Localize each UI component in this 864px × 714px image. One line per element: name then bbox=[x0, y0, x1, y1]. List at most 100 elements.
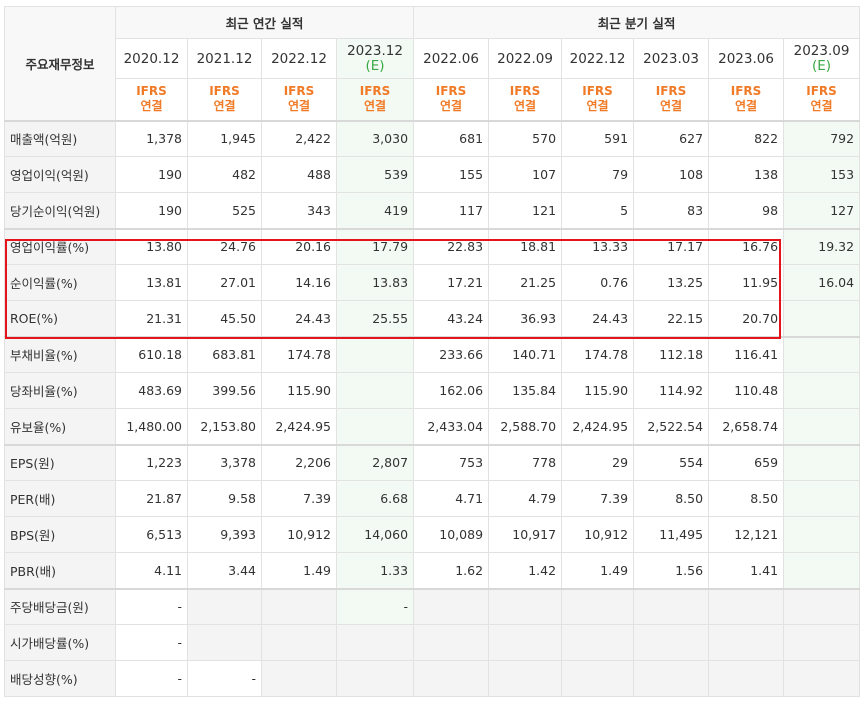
period-header: 2023.12 (E) bbox=[335, 38, 415, 79]
value-cell: 24.43 bbox=[261, 300, 337, 337]
value-cell: 753 bbox=[413, 443, 490, 481]
consolidated-label: 연결 bbox=[140, 99, 163, 114]
value-cell: 45.50 bbox=[187, 300, 262, 337]
value-cell: 539 bbox=[335, 156, 415, 193]
row-label: 주당배당금(원) bbox=[4, 587, 116, 625]
row-label: 시가배당률(%) bbox=[4, 624, 116, 661]
value-cell: - bbox=[115, 624, 188, 661]
consolidated-label: 연결 bbox=[513, 99, 537, 114]
value-cell bbox=[261, 624, 337, 661]
value-cell: 107 bbox=[488, 156, 563, 193]
value-cell bbox=[413, 660, 490, 697]
table-row: 순이익률(%) 13.81 27.01 14.16 13.83 17.21 21.25 0.7… bbox=[4, 264, 861, 301]
value-cell: 20.16 bbox=[261, 227, 337, 265]
value-cell: 13.33 bbox=[561, 227, 635, 265]
table-row: 부채비율(%) 610.18 683.81 174.78 233.66 140.71 174… bbox=[4, 335, 861, 373]
value-cell: 0.76 bbox=[561, 264, 635, 301]
quarterly-group-header: 최근 분기 실적 bbox=[413, 6, 861, 39]
value-cell: 10,912 bbox=[261, 516, 337, 553]
value-cell bbox=[708, 660, 785, 697]
value-cell: 343 bbox=[261, 192, 337, 229]
value-cell: 13.25 bbox=[633, 264, 710, 301]
table-row: 영업이익(억원) 190 482 488 539 155 107 79 108 138 153 bbox=[4, 156, 861, 193]
table-body: 매출액(억원) 1,378 1,945 2,422 3,030 681 570 591 627 8… bbox=[4, 119, 861, 697]
value-cell: 135.84 bbox=[488, 372, 563, 409]
table-row: 당기순이익(억원) 190 525 343 419 117 121 5 83 98 127 bbox=[4, 192, 861, 229]
value-cell: 18.81 bbox=[488, 227, 563, 265]
value-cell: 12,121 bbox=[708, 516, 785, 553]
value-cell bbox=[335, 372, 415, 409]
period-header: 2022.12 bbox=[261, 38, 337, 79]
period-label: 2022.12 bbox=[569, 50, 626, 67]
row-label: 배당성향(%) bbox=[4, 660, 116, 697]
value-cell: 127 bbox=[783, 192, 861, 229]
value-cell bbox=[561, 660, 635, 697]
period-label: 2023.12 bbox=[347, 42, 403, 59]
period-label: 2020.12 bbox=[123, 50, 180, 67]
ifrs-label: IFRS bbox=[806, 84, 837, 99]
value-cell: 627 bbox=[633, 119, 710, 157]
value-cell: 1.41 bbox=[708, 552, 785, 589]
value-cell: 2,807 bbox=[335, 443, 415, 481]
value-cell: 482 bbox=[187, 156, 262, 193]
value-cell: - bbox=[115, 660, 188, 697]
value-cell: 2,424.95 bbox=[561, 408, 635, 445]
value-cell: 554 bbox=[633, 443, 710, 481]
value-cell bbox=[335, 660, 415, 697]
value-cell: 6.68 bbox=[335, 480, 415, 517]
row-label: EPS(원) bbox=[4, 443, 116, 481]
row-label: 당기순이익(억원) bbox=[4, 192, 116, 229]
value-cell: 2,522.54 bbox=[633, 408, 710, 445]
value-cell: 13.81 bbox=[115, 264, 188, 301]
value-cell: 20.70 bbox=[708, 300, 785, 337]
consolidated-label: 연결 bbox=[287, 99, 311, 114]
value-cell: 21.25 bbox=[488, 264, 563, 301]
consolidated-label: 연결 bbox=[734, 99, 758, 114]
value-cell: 114.92 bbox=[633, 372, 710, 409]
value-cell: 10,917 bbox=[488, 516, 563, 553]
value-cell: 1.49 bbox=[261, 552, 337, 589]
value-cell bbox=[633, 624, 710, 661]
value-cell: 21.87 bbox=[115, 480, 188, 517]
period-header: 2022.09 bbox=[488, 38, 563, 79]
value-cell: 13.83 bbox=[335, 264, 415, 301]
value-cell: 3,030 bbox=[335, 119, 415, 157]
value-cell: 419 bbox=[335, 192, 415, 229]
value-cell: 683.81 bbox=[187, 335, 262, 373]
table-row: 배당성향(%) - - bbox=[4, 660, 861, 697]
value-cell: 233.66 bbox=[413, 335, 490, 373]
value-cell: 7.39 bbox=[261, 480, 337, 517]
value-cell: 116.41 bbox=[708, 335, 785, 373]
value-cell: 1,945 bbox=[187, 119, 262, 157]
row-label: ROE(%) bbox=[4, 300, 116, 337]
value-cell bbox=[187, 624, 262, 661]
value-cell: 591 bbox=[561, 119, 635, 157]
value-cell: 22.15 bbox=[633, 300, 710, 337]
period-header: 2022.06 bbox=[413, 38, 490, 79]
value-cell: 115.90 bbox=[261, 372, 337, 409]
ifrs-label: IFRS bbox=[209, 84, 240, 99]
value-cell bbox=[561, 624, 635, 661]
value-cell bbox=[783, 552, 861, 589]
value-cell: 112.18 bbox=[633, 335, 710, 373]
value-cell: 108 bbox=[633, 156, 710, 193]
period-header: 2020.12 bbox=[115, 38, 188, 79]
table-row: 영업이익률(%) 13.80 24.76 20.16 17.79 22.83 18.81 13… bbox=[4, 227, 861, 265]
table-row: BPS(원) 6,513 9,393 10,912 14,060 10,089 10,917… bbox=[4, 516, 861, 553]
value-cell: 36.93 bbox=[488, 300, 563, 337]
ifrs-label: IFRS bbox=[435, 84, 467, 99]
value-cell bbox=[783, 624, 861, 661]
value-cell bbox=[783, 300, 861, 337]
period-header: 2023.03 bbox=[633, 38, 710, 79]
value-cell: 681 bbox=[413, 119, 490, 157]
table-row: 시가배당률(%) - bbox=[4, 624, 861, 661]
row-label: 순이익률(%) bbox=[4, 264, 116, 301]
value-cell: 778 bbox=[488, 443, 563, 481]
value-cell bbox=[708, 587, 785, 625]
value-cell bbox=[488, 624, 563, 661]
value-cell: 2,433.04 bbox=[413, 408, 490, 445]
value-cell: 2,422 bbox=[261, 119, 337, 157]
value-cell: 21.31 bbox=[115, 300, 188, 337]
ifrs-label: IFRS bbox=[359, 84, 391, 99]
value-cell bbox=[413, 624, 490, 661]
